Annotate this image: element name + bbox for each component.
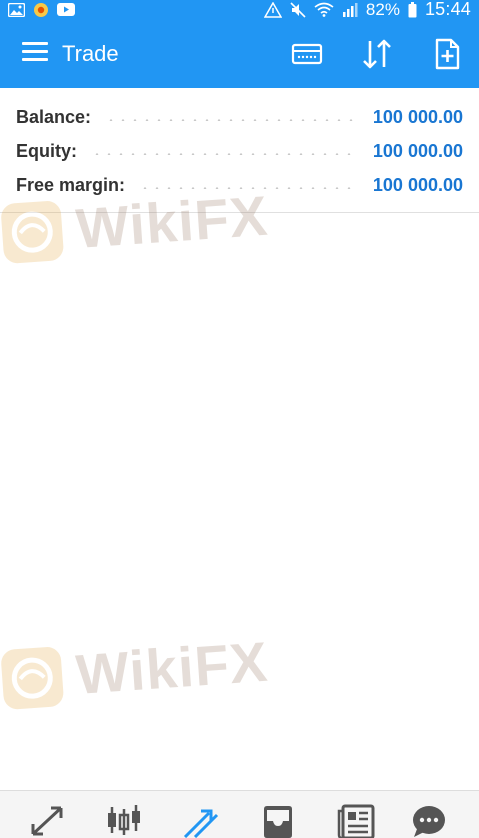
free-margin-row: Free margin: 100 000.00 [0,168,479,202]
free-margin-label: Free margin: [16,174,126,195]
dotted-leader [91,153,359,155]
bottom-nav [0,790,479,838]
equity-row: Equity: 100 000.00 [0,134,479,168]
balance-label: Balance: [16,106,92,127]
status-left [8,2,75,18]
sort-icon[interactable] [360,37,394,71]
youtube-icon [57,3,75,16]
account-summary: Balance: 100 000.00 Equity: 100 000.00 F… [0,100,479,202]
account-card-icon[interactable] [290,37,324,71]
watermark: WikiFX [0,629,270,713]
page-title: Trade [62,41,119,66]
trade-icon[interactable] [181,803,221,838]
equity-value: 100 000.00 [372,140,463,161]
status-bar: 82% 15:44 [0,0,479,19]
balance-row: Balance: 100 000.00 [0,100,479,134]
gallery-icon [8,2,25,17]
equity-label: Equity: [16,140,77,161]
signal-icon [342,2,358,17]
divider [0,212,479,213]
clock: 15:44 [424,0,471,19]
status-right: 82% 15:44 [263,0,471,20]
app: 82% 15:44 Trade Balance: 100 000.00 Equi… [0,0,479,838]
charts-icon[interactable] [104,803,144,838]
wifi-icon [314,2,334,17]
dotted-leader [105,119,359,121]
launcher-icon [33,2,49,18]
app-toolbar: Trade [0,19,479,88]
history-icon[interactable] [258,803,298,838]
dotted-leader [139,187,359,189]
battery-icon [408,1,417,18]
wikifx-logo-icon [0,643,66,711]
news-icon[interactable] [337,803,377,838]
wikifx-logo-icon [0,197,66,265]
balance-value: 100 000.00 [372,106,463,127]
mute-icon [290,1,306,18]
free-margin-value: 100 000.00 [372,174,463,195]
messages-icon[interactable] [409,803,449,838]
data-saver-icon [263,1,282,18]
new-order-icon[interactable] [430,37,464,71]
battery-percent: 82% [365,0,400,19]
watermark-text: WikiFX [73,629,271,706]
quotes-icon[interactable] [27,803,67,838]
menu-icon[interactable] [22,42,48,66]
